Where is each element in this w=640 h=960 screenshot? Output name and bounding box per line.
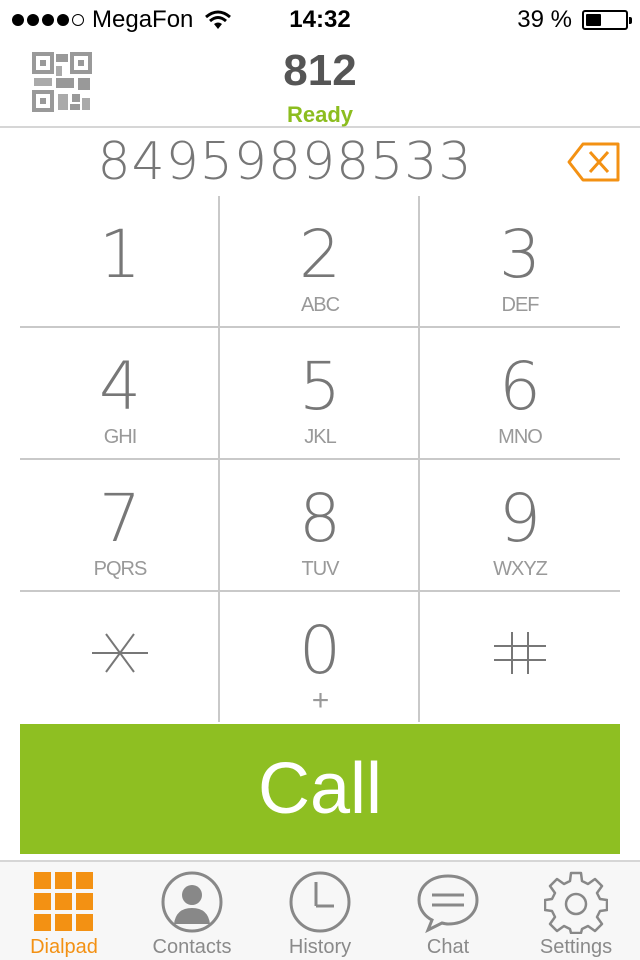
dialpad-icon [34, 872, 93, 931]
key-digit: 0 [299, 612, 341, 689]
key-letters: GHI [103, 426, 138, 448]
chat-icon [417, 874, 479, 934]
key-letters: + [311, 684, 330, 717]
key-letters: ABC [300, 294, 340, 316]
battery-fill [586, 14, 601, 26]
dialpad: 1 2 ABC 3 DEF 4 GHI 5 JKL 6 MNO 7 PQRS 8… [20, 196, 620, 722]
key-8[interactable]: 8 TUV [220, 460, 420, 592]
account-number: 812 [283, 46, 357, 95]
battery-icon [582, 10, 632, 30]
key-star[interactable] [20, 592, 220, 724]
key-digit: 9 [499, 480, 541, 557]
key-4[interactable]: 4 GHI [20, 328, 220, 460]
key-digit: 1 [99, 216, 141, 293]
tab-label: Dialpad [30, 936, 98, 958]
backspace-icon[interactable] [566, 140, 622, 184]
key-letters: PQRS [93, 558, 148, 580]
dialed-number[interactable]: 84959898533 [20, 132, 550, 192]
key-letters: TUV [301, 558, 340, 580]
key-1[interactable]: 1 [20, 196, 220, 328]
key-digit: 4 [99, 348, 141, 425]
tab-settings[interactable]: Settings [512, 862, 640, 960]
status-bar: MegaFon 14:32 39 % [0, 0, 640, 40]
tab-chat[interactable]: Chat [384, 862, 512, 960]
key-letters: MNO [498, 426, 543, 448]
key-2[interactable]: 2 ABC [220, 196, 420, 328]
battery-percent: 39 % [517, 6, 572, 33]
key-5[interactable]: 5 JKL [220, 328, 420, 460]
call-button[interactable]: Call [20, 724, 620, 854]
number-display: 84959898533 [0, 130, 640, 196]
asterisk-icon [92, 633, 148, 673]
status-right: 39 % [517, 6, 632, 34]
key-7[interactable]: 7 PQRS [20, 460, 220, 592]
account-header: 812 Ready [0, 40, 640, 128]
settings-icon [544, 871, 608, 934]
key-digit: 7 [99, 480, 141, 557]
history-icon [289, 871, 351, 933]
tab-history[interactable]: History [256, 862, 384, 960]
tab-label: History [288, 936, 352, 958]
key-hash[interactable] [420, 592, 620, 724]
key-letters: DEF [501, 294, 540, 316]
tab-label: Chat [426, 936, 470, 958]
key-letters: WXYZ [493, 558, 548, 580]
key-digit: 2 [299, 216, 341, 293]
contacts-icon [161, 871, 223, 933]
tab-bar: Dialpad Contacts History Chat Settings [0, 860, 640, 960]
key-3[interactable]: 3 DEF [420, 196, 620, 328]
key-9[interactable]: 9 WXYZ [420, 460, 620, 592]
key-6[interactable]: 6 MNO [420, 328, 620, 460]
hash-icon [494, 632, 546, 674]
key-digit: 3 [499, 216, 541, 293]
key-digit: 5 [299, 348, 341, 425]
account-status: Ready [286, 102, 354, 127]
tab-label: Contacts [152, 936, 232, 958]
key-letters: JKL [304, 426, 336, 448]
key-digit: 6 [499, 348, 541, 425]
tab-contacts[interactable]: Contacts [128, 862, 256, 960]
key-digit: 8 [299, 480, 341, 557]
tab-label: Settings [539, 936, 613, 958]
tab-dialpad[interactable]: Dialpad [0, 862, 128, 960]
key-0[interactable]: 0 + [220, 592, 420, 724]
